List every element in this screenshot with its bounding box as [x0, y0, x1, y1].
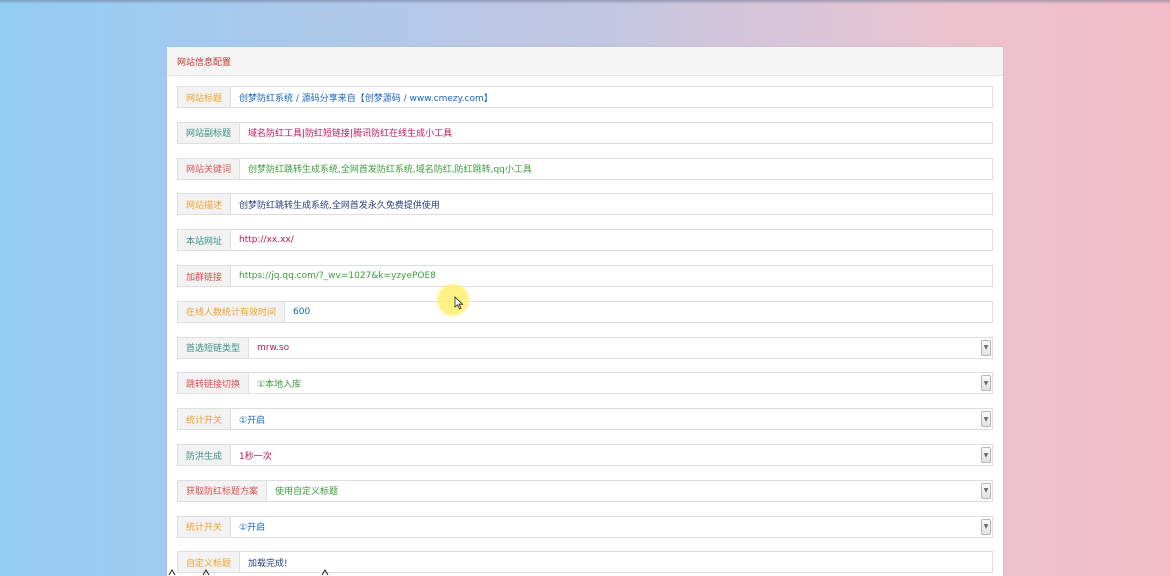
chevron-down-icon[interactable]: ▼: [981, 411, 991, 428]
config-select[interactable]: ①开启: [231, 517, 981, 537]
site-config-panel: 网站信息配置 网站标题 创梦防红系统 / 源码分享来自【创梦源码 / www.cm…: [167, 47, 1003, 576]
chevron-down-icon[interactable]: ▼: [981, 339, 991, 356]
config-row: 网站标题 创梦防红系统 / 源码分享来自【创梦源码 / www.cmezy.com…: [177, 86, 993, 108]
config-select[interactable]: ①开启: [231, 409, 981, 429]
config-row: 首选短链类型 mrw.so ▼: [177, 336, 993, 359]
window-top-shadow: [0, 0, 1170, 4]
field-label: 本站网址: [178, 230, 232, 251]
config-row: 网站关键词 创梦防红跳转生成系统,全网首发防红系统,域名防红,防红跳转,qq小工具: [177, 157, 993, 180]
config-select[interactable]: ①本地入库: [249, 373, 981, 393]
config-select[interactable]: 使用自定义标题: [267, 481, 981, 501]
field-label: 网站关键词: [178, 158, 241, 179]
config-input[interactable]: http://xx.xx/: [231, 230, 992, 250]
config-row: 网站描述 创梦防红跳转生成系统,全网首发永久免费提供使用: [177, 193, 993, 216]
field-label: 网站标题: [178, 87, 232, 107]
bottom-cursor-marks: [168, 569, 329, 576]
config-input[interactable]: 域名防红工具|防红短链接|腾讯防红在线生成小工具: [240, 123, 992, 143]
config-input[interactable]: 600: [285, 302, 992, 322]
field-label: 跳转链接切换: [178, 373, 250, 394]
config-row: 在线人数统计有效时间 600: [177, 300, 993, 323]
field-label: 统计开关: [178, 516, 232, 537]
panel-title: 网站信息配置: [177, 57, 232, 68]
panel-header: 网站信息配置: [167, 47, 1003, 76]
chevron-down-icon[interactable]: ▼: [981, 482, 991, 499]
field-label: 统计开关: [178, 409, 232, 430]
field-label: 首选短链类型: [178, 337, 250, 358]
config-row: 加群链接 https://jq.qq.com/?_wv=1027&k=yzyePO…: [177, 265, 993, 287]
config-select[interactable]: 1秒一次: [231, 445, 981, 465]
cursor-highlight: [437, 284, 469, 316]
field-label: 加群链接: [178, 266, 232, 286]
chevron-down-icon[interactable]: ▼: [981, 518, 991, 535]
field-label: 在线人数统计有效时间: [178, 301, 286, 322]
config-input[interactable]: https://jq.qq.com/?_wv=1027&k=yzyePOE8: [231, 266, 992, 286]
field-label: 防洪生成: [178, 445, 232, 465]
config-row: 防洪生成 1秒一次 ▼: [177, 444, 993, 466]
config-select[interactable]: mrw.so: [249, 338, 981, 358]
chevron-down-icon[interactable]: ▼: [981, 447, 991, 463]
config-row: 网站副标题 域名防红工具|防红短链接|腾讯防红在线生成小工具: [177, 121, 993, 144]
config-row: 本站网址 http://xx.xx/: [177, 229, 993, 252]
chevron-down-icon[interactable]: ▼: [981, 375, 991, 392]
config-row: 统计开关 ①开启 ▼: [177, 408, 993, 431]
config-row: 跳转链接切换 ①本地入库 ▼: [177, 372, 993, 395]
field-label: 获取防红标题方案: [178, 480, 268, 501]
config-row: 获取防红标题方案 使用自定义标题 ▼: [177, 479, 993, 502]
config-input[interactable]: 创梦防红系统 / 源码分享来自【创梦源码 / www.cmezy.com】: [231, 87, 992, 107]
config-input[interactable]: 加载完成!: [240, 552, 992, 572]
config-input[interactable]: 创梦防红跳转生成系统,全网首发永久免费提供使用: [231, 194, 992, 214]
config-row: 统计开关 ①开启 ▼: [177, 515, 993, 538]
field-label: 网站副标题: [178, 122, 241, 143]
field-label: 网站描述: [178, 194, 232, 215]
config-input[interactable]: 创梦防红跳转生成系统,全网首发防红系统,域名防红,防红跳转,qq小工具: [240, 159, 992, 179]
mouse-pointer-icon: [454, 296, 464, 310]
